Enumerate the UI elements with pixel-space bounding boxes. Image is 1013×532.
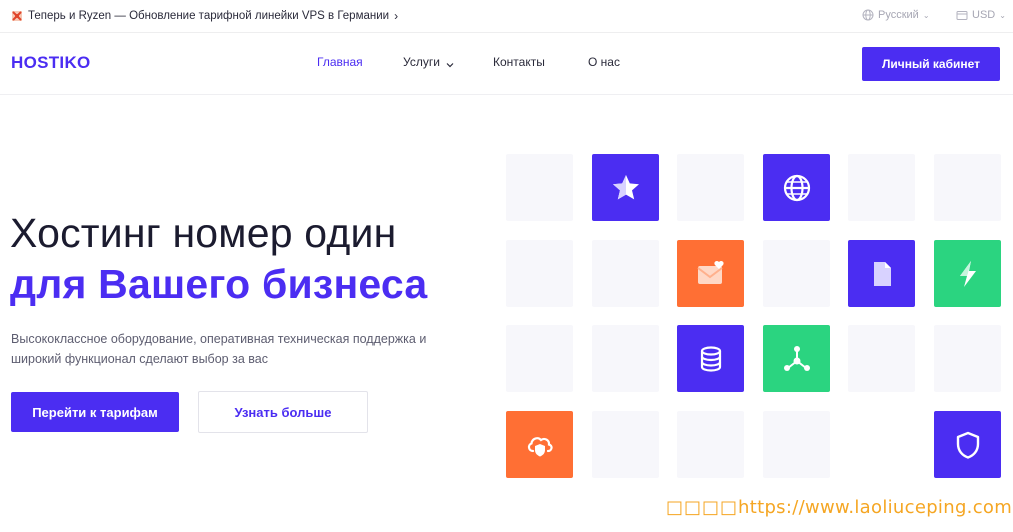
mail-heart-icon bbox=[696, 260, 724, 284]
tile-shield bbox=[934, 411, 1001, 478]
tile-empty bbox=[934, 325, 1001, 392]
hero-title-line2: для Вашего бизнеса bbox=[10, 261, 428, 307]
globe-icon bbox=[783, 174, 810, 201]
language-selector[interactable]: Русский ⌄ bbox=[862, 9, 930, 21]
learn-more-button[interactable]: Узнать больше bbox=[198, 391, 368, 433]
logo[interactable]: HOSTIKO bbox=[11, 53, 91, 73]
document-icon bbox=[873, 261, 891, 286]
tile-lightning bbox=[934, 240, 1001, 307]
tile-empty bbox=[677, 411, 744, 478]
chevron-down-icon bbox=[446, 58, 454, 68]
nav-item-label: Главная bbox=[317, 55, 363, 69]
tile-cloud-shield bbox=[506, 411, 573, 478]
cloud-shield-icon bbox=[527, 436, 553, 456]
tile-empty bbox=[592, 325, 659, 392]
tile-empty bbox=[934, 154, 1001, 221]
hero-subtitle: Высококлассное оборудование, оперативная… bbox=[11, 332, 427, 366]
currency-label: USD bbox=[972, 9, 996, 21]
tile-empty bbox=[848, 325, 915, 392]
tile-empty bbox=[506, 240, 573, 307]
watermark-boxes: □□□□ bbox=[666, 497, 739, 518]
nav-item-about[interactable]: О нас bbox=[588, 55, 620, 69]
nav-item-label: Услуги bbox=[403, 55, 440, 69]
tile-star bbox=[592, 154, 659, 221]
announcement-link[interactable]: Теперь и Ryzen — Обновление тарифной лин… bbox=[11, 9, 398, 23]
nav-item-services[interactable]: Услуги bbox=[403, 55, 454, 69]
chevron-down-icon: ⌄ bbox=[922, 10, 930, 20]
main-navigation: HOSTIKO Главная Услуги Контакты О нас Ли… bbox=[0, 33, 1013, 95]
chevron-down-icon: ⌄ bbox=[999, 10, 1006, 20]
personal-account-button[interactable]: Личный кабинет bbox=[862, 47, 1000, 81]
tile-empty bbox=[506, 325, 573, 392]
tile-mail-heart bbox=[677, 240, 744, 307]
tile-empty bbox=[506, 154, 573, 221]
go-to-tariffs-button[interactable]: Перейти к тарифам bbox=[11, 392, 179, 432]
nav-item-label: О нас bbox=[588, 55, 620, 69]
shield-icon bbox=[956, 431, 979, 459]
tile-network bbox=[763, 325, 830, 392]
currency-selector[interactable]: USD ⌄ bbox=[956, 9, 1006, 21]
globe-small-icon bbox=[862, 9, 874, 21]
announcement-text: Теперь и Ryzen — Обновление тарифной лин… bbox=[28, 10, 390, 22]
database-icon bbox=[700, 345, 721, 372]
tile-globe bbox=[763, 154, 830, 221]
tile-empty bbox=[592, 240, 659, 307]
watermark-url: https://www.laoliuceping.com bbox=[738, 497, 1013, 518]
star-icon bbox=[612, 174, 639, 199]
tile-database bbox=[677, 325, 744, 392]
tile-document bbox=[848, 240, 915, 307]
nav-item-home[interactable]: Главная bbox=[317, 55, 363, 69]
nav-item-label: Контакты bbox=[493, 55, 545, 69]
chevron-right-icon: › bbox=[394, 9, 399, 23]
wallet-icon bbox=[956, 9, 968, 21]
tile-empty bbox=[592, 411, 659, 478]
lightning-icon bbox=[959, 260, 976, 287]
hero-title-line1: Хостинг номер один bbox=[10, 210, 397, 256]
tile-empty bbox=[848, 154, 915, 221]
tile-empty bbox=[763, 411, 830, 478]
language-label: Русский bbox=[878, 9, 919, 21]
tile-empty bbox=[677, 154, 744, 221]
tile-empty bbox=[763, 240, 830, 307]
network-icon bbox=[783, 345, 810, 371]
nav-item-contacts[interactable]: Контакты bbox=[493, 55, 545, 69]
flame-icon bbox=[11, 10, 23, 22]
announcement-bar: Теперь и Ryzen — Обновление тарифной лин… bbox=[0, 0, 1013, 33]
watermark: □□□□https://www.laoliuceping.com bbox=[666, 497, 1012, 518]
